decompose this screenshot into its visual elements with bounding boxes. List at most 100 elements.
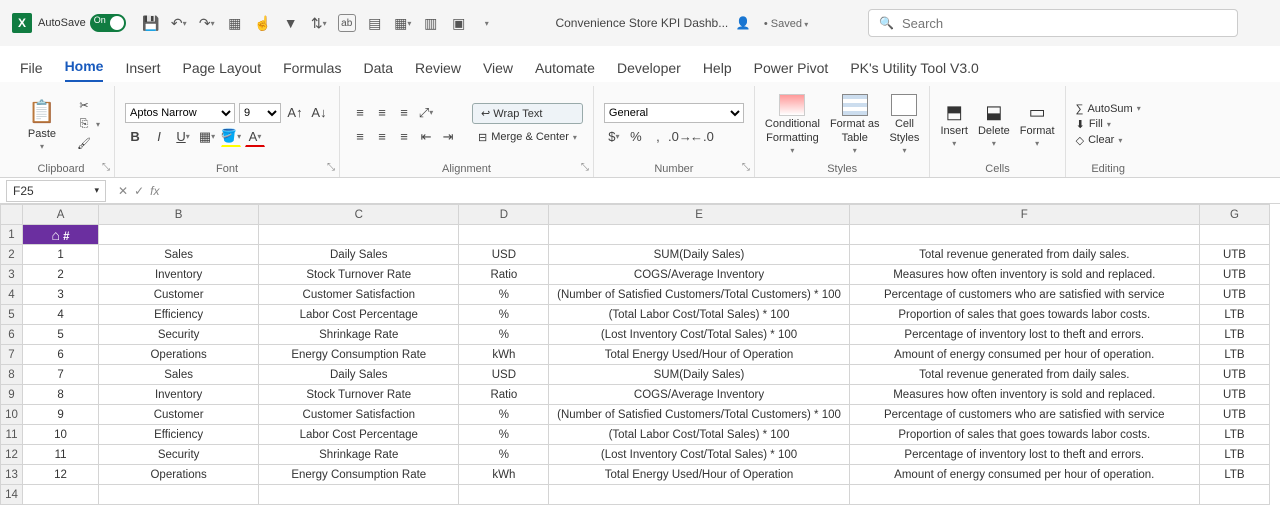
table-row[interactable]: 43CustomerCustomer Satisfaction%(Number … [1,285,1270,305]
cell-F4[interactable]: Percentage of customers who are satisfie… [849,285,1199,305]
cell-C8[interactable]: Daily Sales [259,365,459,385]
cell-G7[interactable]: LTB [1199,345,1269,365]
cell-B13[interactable]: Operations [99,465,259,485]
number-format-select[interactable]: General [604,103,744,123]
cell-C1[interactable]: KPI Name [259,225,459,245]
cell-D8[interactable]: USD [459,365,549,385]
cell-B8[interactable]: Sales [99,365,259,385]
freeze-icon[interactable]: ab [338,14,356,32]
tab-page-layout[interactable]: Page Layout [182,60,261,82]
macro-icon[interactable]: ▣ [450,14,468,32]
cell-C12[interactable]: Shrinkage Rate [259,445,459,465]
cell-G14[interactable] [1199,485,1269,505]
col-C[interactable]: C [259,205,459,225]
decrease-font-icon[interactable]: A↓ [309,103,329,123]
cell-F1[interactable]: Definition [849,225,1199,245]
cell-E8[interactable]: SUM(Daily Sales) [549,365,849,385]
cell-A10[interactable]: 9 [23,405,99,425]
cell-E14[interactable] [549,485,849,505]
tab-developer[interactable]: Developer [617,60,681,82]
col-G[interactable]: G [1199,205,1269,225]
clear-button[interactable]: ◇ Clear [1076,134,1141,147]
worksheet-grid[interactable]: A B C D E F G 1⌂ #KPI GroupKPI NameUnitF… [0,204,1280,505]
cell-C5[interactable]: Labor Cost Percentage [259,305,459,325]
table-row[interactable]: 109CustomerCustomer Satisfaction%(Number… [1,405,1270,425]
table-row[interactable]: 65SecurityShrinkage Rate%(Lost Inventory… [1,325,1270,345]
cell-B10[interactable]: Customer [99,405,259,425]
align-right-icon[interactable]: ≡ [394,127,414,147]
cell-A9[interactable]: 8 [23,385,99,405]
cell-B14[interactable] [99,485,259,505]
cell-F6[interactable]: Percentage of inventory lost to theft an… [849,325,1199,345]
cell-F7[interactable]: Amount of energy consumed per hour of op… [849,345,1199,365]
grid-icon[interactable]: ▦ [226,14,244,32]
format-cells-button[interactable]: ▭Format [1020,101,1055,148]
table-row[interactable]: 1312OperationsEnergy Consumption RatekWh… [1,465,1270,485]
cell-G3[interactable]: UTB [1199,265,1269,285]
tab-formulas[interactable]: Formulas [283,60,341,82]
cell-E2[interactable]: SUM(Daily Sales) [549,245,849,265]
table-header-row[interactable]: 1⌂ #KPI GroupKPI NameUnitFormulaDefiniti… [1,225,1270,245]
row-head-10[interactable]: 10 [1,405,23,425]
cell-B11[interactable]: Efficiency [99,425,259,445]
cell-A13[interactable]: 12 [23,465,99,485]
cell-G4[interactable]: UTB [1199,285,1269,305]
autosum-button[interactable]: ∑ AutoSum [1076,103,1141,115]
cancel-formula-icon[interactable]: ✕ [118,184,128,198]
bold-button[interactable]: B [125,127,145,147]
cell-A12[interactable]: 11 [23,445,99,465]
col-E[interactable]: E [549,205,849,225]
table-row[interactable]: 98InventoryStock Turnover RateRatioCOGS/… [1,385,1270,405]
autosave-control[interactable]: AutoSave On [38,14,126,32]
fx-icon[interactable]: fx [150,184,159,198]
row-head-6[interactable]: 6 [1,325,23,345]
cell-F3[interactable]: Measures how often inventory is sold and… [849,265,1199,285]
cell-F5[interactable]: Proportion of sales that goes towards la… [849,305,1199,325]
cell-C14[interactable] [259,485,459,505]
cell-E10[interactable]: (Number of Satisfied Customers/Total Cus… [549,405,849,425]
cell-C13[interactable]: Energy Consumption Rate [259,465,459,485]
filter-icon[interactable]: ▼ [282,14,300,32]
row-head-9[interactable]: 9 [1,385,23,405]
tab-data[interactable]: Data [363,60,393,82]
row-head-1[interactable]: 1 [1,225,23,245]
table-row[interactable]: 1211SecurityShrinkage Rate%(Lost Invento… [1,445,1270,465]
cell-E4[interactable]: (Number of Satisfied Customers/Total Cus… [549,285,849,305]
merge-center-button[interactable]: ⊟ Merge & Center [472,128,583,147]
table-row[interactable]: 54EfficiencyLabor Cost Percentage%(Total… [1,305,1270,325]
table-row[interactable]: 32InventoryStock Turnover RateRatioCOGS/… [1,265,1270,285]
select-all-button[interactable] [1,205,23,225]
align-middle-icon[interactable]: ≡ [372,103,392,123]
cell-A14[interactable] [23,485,99,505]
cell-G5[interactable]: LTB [1199,305,1269,325]
tab-file[interactable]: File [20,60,43,82]
cell-F13[interactable]: Amount of energy consumed per hour of op… [849,465,1199,485]
cell-F14[interactable] [849,485,1199,505]
cell-E12[interactable]: (Lost Inventory Cost/Total Sales) * 100 [549,445,849,465]
format-as-table-button[interactable]: Format as Table [830,94,880,155]
cell-G12[interactable]: LTB [1199,445,1269,465]
row-head-3[interactable]: 3 [1,265,23,285]
col-B[interactable]: B [99,205,259,225]
cell-A3[interactable]: 2 [23,265,99,285]
alignment-launcher-icon[interactable]: ⤡ [581,162,589,173]
more-qat-icon[interactable] [478,14,496,32]
cell-A4[interactable]: 3 [23,285,99,305]
delete-cells-button[interactable]: ⬓Delete [978,101,1010,148]
cell-C3[interactable]: Stock Turnover Rate [259,265,459,285]
cell-G1[interactable]: Type [1199,225,1269,245]
cell-D6[interactable]: % [459,325,549,345]
chevron-down-icon[interactable]: ▾ [94,185,99,196]
conditional-formatting-button[interactable]: Conditional Formatting [765,94,820,155]
cell-B2[interactable]: Sales [99,245,259,265]
increase-font-icon[interactable]: A↑ [285,103,305,123]
saved-status[interactable]: • Saved [764,18,808,30]
cell-F9[interactable]: Measures how often inventory is sold and… [849,385,1199,405]
cell-G6[interactable]: LTB [1199,325,1269,345]
fill-color-button[interactable]: 🪣 [221,127,241,147]
row-head-14[interactable]: 14 [1,485,23,505]
tab-utility[interactable]: PK's Utility Tool V3.0 [850,60,978,82]
row-head-8[interactable]: 8 [1,365,23,385]
table-row-empty[interactable]: 14 [1,485,1270,505]
clipboard-launcher-icon[interactable]: ⤡ [102,162,110,173]
